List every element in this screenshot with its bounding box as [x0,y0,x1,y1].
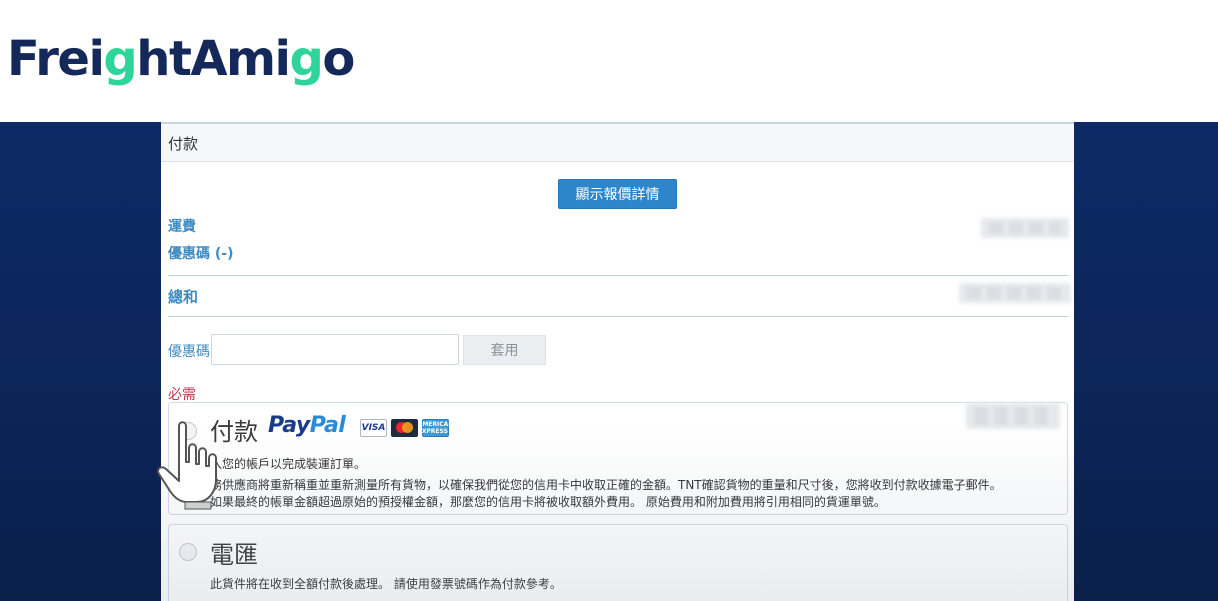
freight-amount-redacted [981,218,1069,238]
paypal-logo: PayPal [268,413,346,438]
paypal-description-line: 如果最終的帳單金額超過原始的預授權金額，那麼您的信用卡將被收取額外費用。 原始費… [210,495,886,509]
paypal-description-line: 入您的帳戶以完成裝運訂單。 [210,457,367,471]
wire-transfer-payment-option[interactable]: 電匯 此貨件將在收到全額付款後處理。 請使用發票號碼作為付款參考。 [168,524,1068,601]
wire-transfer-option-title: 電匯 [210,541,258,569]
amex-card-icon: AMERICAN EXPRESS [417,419,454,437]
coupon-field-label: 優惠碼 [168,344,210,360]
paypal-payment-option[interactable]: 付款 PayPal VISA AMERICAN EXPRESS 入您的帳戶以完成… [168,402,1068,515]
wire-transfer-description-line: 此貨件將在收到全額付款後處理。 請使用發票號碼作為付款參考。 [210,577,562,591]
freight-label: 運費 [168,219,196,235]
paypal-amount-redacted [966,403,1060,429]
payment-panel: 付款 顯示報價詳情 運費 優惠碼 (-) 總和 優惠碼 套用 必需 付款 Pay… [161,122,1074,601]
visa-card-icon: VISA [360,419,387,437]
total-label: 總和 [168,288,199,306]
total-amount-redacted [959,283,1071,303]
panel-title: 付款 [168,135,199,153]
paypal-description-line: 務供應商將重新稱重並重新測量所有貨物，以確保我們從您的信用卡中收取正確的金額。T… [210,478,1002,492]
apply-coupon-button[interactable]: 套用 [463,335,546,365]
show-quote-details-button[interactable]: 顯示報價詳情 [558,179,677,209]
mastercard-icon [391,419,418,437]
divider [168,275,1068,276]
coupon-code-input[interactable] [211,334,459,365]
site-header: FreightAmigo [0,0,1218,122]
hand-pointer-icon [157,421,217,510]
freightamigo-logo[interactable]: FreightAmigo [7,24,355,94]
divider [168,316,1068,317]
radio-icon[interactable] [179,543,197,561]
coupon-discount-label: 優惠碼 (-) [168,246,234,262]
panel-header: 付款 [161,122,1074,162]
required-label: 必需 [168,387,196,403]
